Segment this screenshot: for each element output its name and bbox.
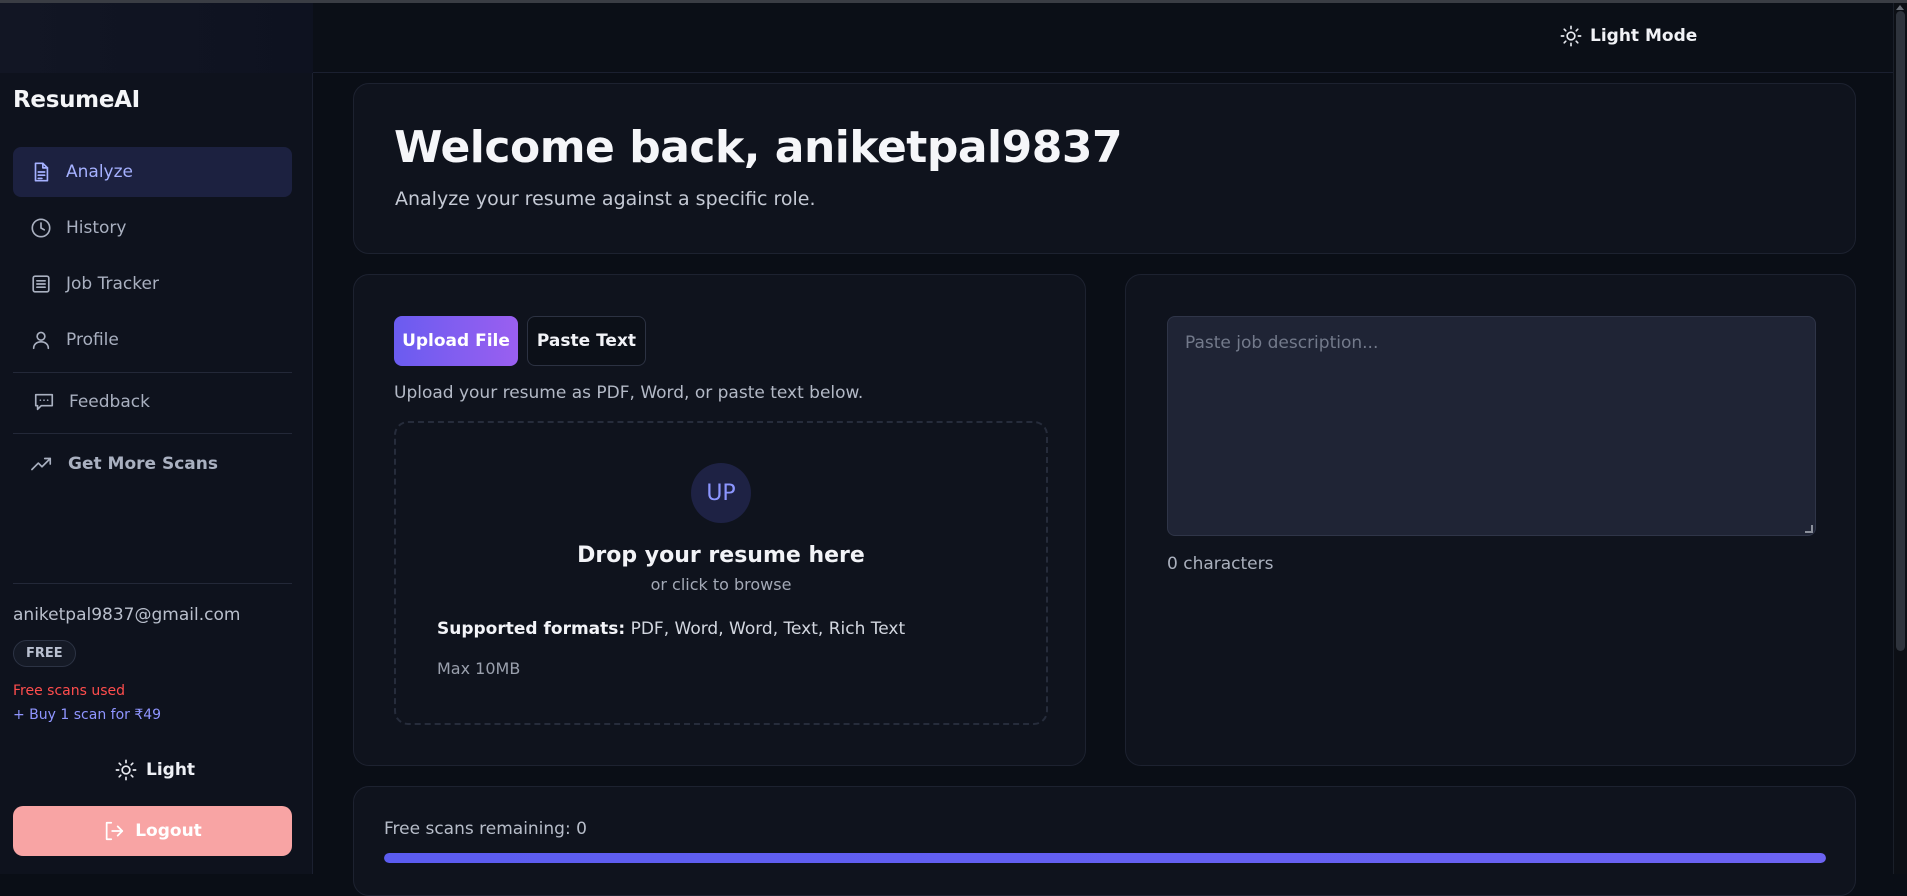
welcome-card: Welcome back, aniketpal9837 Analyze your… [353, 83, 1856, 254]
formats-label: Supported formats: [437, 619, 626, 639]
sidebar-item-label: Profile [66, 330, 119, 350]
dropzone-title: Drop your resume here [577, 543, 865, 568]
sidebar-item-job-tracker[interactable]: Job Tracker [13, 259, 292, 309]
sidebar-divider [13, 433, 292, 434]
character-count: 0 characters [1167, 554, 1274, 574]
logout-button[interactable]: Logout [13, 806, 292, 856]
scrollbar-thumb[interactable] [1896, 11, 1905, 651]
job-description-card: 0 characters [1125, 274, 1856, 766]
sidebar-divider [13, 372, 292, 373]
sidebar: ResumeAI Analyze History Job Tracker Pro… [0, 73, 313, 874]
theme-toggle-label: Light [146, 760, 196, 780]
sun-icon [115, 759, 137, 781]
scroll-up-icon[interactable] [1896, 5, 1904, 10]
plan-badge: FREE [13, 640, 76, 667]
formats-value: PDF, Word, Word, Text, Rich Text [625, 619, 906, 639]
list-icon [32, 275, 50, 293]
page-subtitle: Analyze your resume against a specific r… [395, 188, 816, 210]
scans-status: Free scans used [13, 683, 126, 699]
upload-hint: Upload your resume as PDF, Word, or past… [394, 383, 864, 403]
scans-progress-fill [384, 853, 1826, 863]
resume-dropzone[interactable]: UP Drop your resume here or click to bro… [394, 421, 1048, 725]
sidebar-item-label: Feedback [69, 392, 150, 412]
light-mode-label: Light Mode [1590, 26, 1698, 46]
clock-icon [31, 218, 51, 238]
brand-logo[interactable]: ResumeAI [13, 87, 140, 113]
buy-scan-link[interactable]: + Buy 1 scan for ₹49 [13, 707, 161, 723]
scans-remaining-card: Free scans remaining: 0 [353, 786, 1856, 896]
supported-formats: Supported formats: PDF, Word, Word, Text… [437, 619, 905, 639]
user-icon [32, 331, 50, 350]
logout-icon [105, 821, 124, 841]
document-icon [34, 162, 49, 182]
sidebar-item-label: Analyze [66, 162, 133, 182]
scans-remaining-label: Free scans remaining: 0 [384, 819, 587, 839]
sidebar-item-history[interactable]: History [13, 203, 292, 253]
sidebar-divider [13, 583, 292, 584]
sidebar-item-label: History [66, 218, 127, 238]
resize-handle[interactable] [1805, 525, 1813, 533]
page-scrollbar[interactable] [1893, 3, 1907, 874]
chat-icon [34, 393, 54, 411]
max-file-size: Max 10MB [437, 659, 521, 678]
sidebar-item-get-more-scans[interactable]: Get More Scans [13, 439, 292, 489]
dropzone-subtitle: or click to browse [650, 575, 792, 594]
theme-toggle[interactable]: Light [115, 759, 195, 781]
sidebar-item-profile[interactable]: Profile [13, 315, 292, 365]
sidebar-item-analyze[interactable]: Analyze [13, 147, 292, 197]
top-bar: Light Mode [0, 3, 1893, 73]
upload-icon: UP [691, 463, 751, 523]
resume-upload-card: Upload File Paste Text Upload your resum… [353, 274, 1086, 766]
sidebar-item-feedback[interactable]: Feedback [13, 377, 292, 427]
user-email: aniketpal9837@gmail.com [13, 605, 241, 625]
logout-label: Logout [135, 821, 202, 841]
sidebar-item-label: Get More Scans [68, 454, 218, 474]
light-mode-toggle[interactable]: Light Mode [1560, 25, 1697, 47]
tab-paste-text[interactable]: Paste Text [527, 316, 646, 366]
scans-progress-bar [384, 853, 1826, 863]
tab-upload-file[interactable]: Upload File [394, 316, 518, 366]
page-title: Welcome back, aniketpal9837 [394, 122, 1123, 173]
topbar-sidebar-section [0, 3, 313, 73]
sun-icon [1560, 25, 1582, 47]
sidebar-item-label: Job Tracker [66, 274, 159, 294]
trending-up-icon [31, 457, 52, 471]
job-description-input[interactable] [1167, 316, 1816, 536]
